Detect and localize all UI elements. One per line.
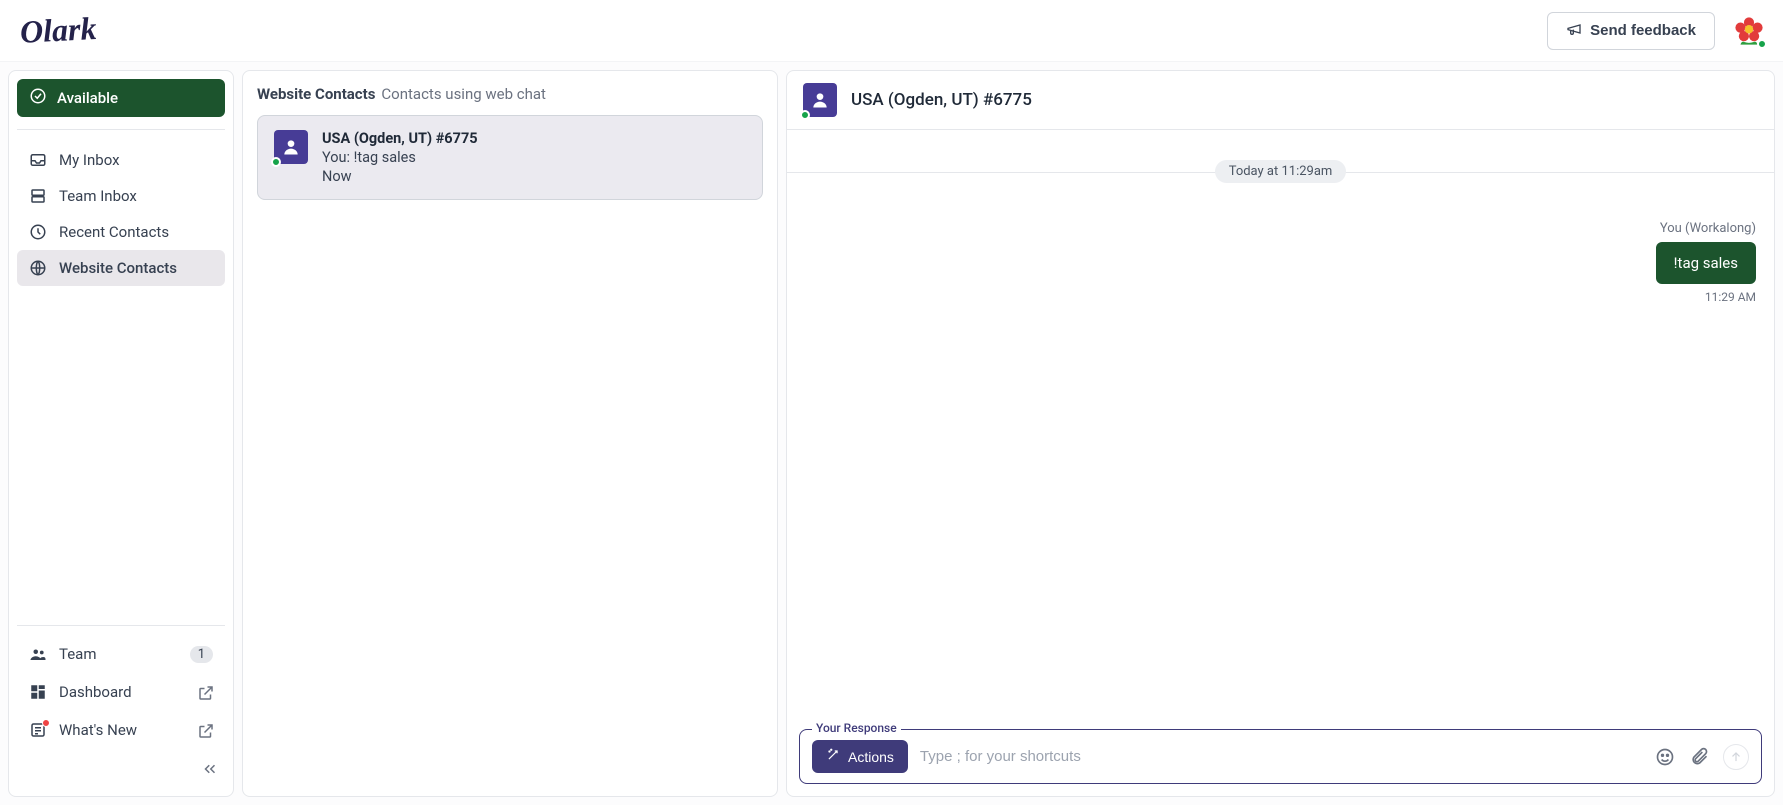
sidebar-item-label: Team Inbox: [59, 187, 137, 205]
contact-preview: You: !tag sales: [322, 149, 478, 166]
magic-wand-icon: [826, 748, 840, 765]
actions-button[interactable]: Actions: [812, 740, 908, 773]
notification-dot-icon: [42, 719, 50, 727]
composer-label: Your Response: [812, 721, 901, 735]
chat-panel: USA (Ogden, UT) #6775 Today at 11:29am Y…: [786, 70, 1775, 797]
sidebar-item-whats-new[interactable]: What's New: [17, 712, 225, 748]
sidebar-item-label: My Inbox: [59, 151, 120, 169]
chat-contact-avatar-icon: [803, 83, 837, 117]
profile-avatar[interactable]: [1731, 13, 1767, 49]
sidebar-item-label: What's New: [59, 721, 137, 739]
date-label: Today at 11:29am: [1215, 160, 1347, 183]
divider: [17, 129, 225, 130]
whats-new-icon: [29, 721, 47, 739]
contact-name: USA (Ogden, UT) #6775: [322, 130, 478, 147]
contact-avatar-icon: [274, 130, 308, 164]
presence-dot-icon: [800, 110, 810, 120]
external-link-icon: [197, 722, 213, 738]
sidebar-item-team-inbox[interactable]: Team Inbox: [17, 178, 225, 214]
sidebar-item-label: Recent Contacts: [59, 223, 169, 241]
collapse-sidebar-button[interactable]: [195, 754, 225, 788]
message-timestamp: 11:29 AM: [1705, 290, 1756, 304]
presence-dot-icon: [271, 157, 281, 167]
people-icon: [29, 645, 47, 663]
sidebar: Available My Inbox Team Inbox Recent: [8, 70, 234, 797]
sidebar-item-my-inbox[interactable]: My Inbox: [17, 142, 225, 178]
globe-icon: [29, 259, 47, 277]
sidebar-item-dashboard[interactable]: Dashboard: [17, 674, 225, 710]
sidebar-item-team[interactable]: Team 1: [17, 636, 225, 672]
sidebar-item-label: Dashboard: [59, 683, 132, 701]
brand-logo[interactable]: Olark: [15, 10, 97, 51]
check-circle-icon: [29, 87, 47, 109]
message-group-self: You (Workalong) !tag sales 11:29 AM: [1638, 221, 1774, 304]
history-icon: [29, 223, 47, 241]
message-input[interactable]: [920, 748, 1643, 765]
header-right: Send feedback: [1547, 12, 1767, 50]
external-link-icon: [197, 684, 213, 700]
chat-contact-name: USA (Ogden, UT) #6775: [851, 90, 1032, 110]
inbox-icon: [29, 151, 47, 169]
send-feedback-label: Send feedback: [1590, 22, 1696, 39]
team-inbox-icon: [29, 187, 47, 205]
sidebar-item-website-contacts[interactable]: Website Contacts: [17, 250, 225, 286]
composer: Your Response Actions: [799, 729, 1762, 784]
message-sender-label: You (Workalong): [1660, 221, 1756, 236]
date-divider: Today at 11:29am: [787, 160, 1774, 183]
send-feedback-button[interactable]: Send feedback: [1547, 12, 1715, 50]
send-button[interactable]: [1723, 744, 1749, 770]
contacts-title: Website Contacts: [257, 85, 375, 103]
contact-time: Now: [322, 168, 478, 185]
megaphone-icon: [1566, 21, 1582, 41]
presence-dot-icon: [1757, 39, 1767, 49]
contacts-subtitle: Contacts using web chat: [381, 85, 546, 103]
contact-list-item[interactable]: USA (Ogden, UT) #6775 You: !tag sales No…: [257, 115, 763, 200]
availability-status-label: Available: [57, 89, 118, 107]
attachment-icon[interactable]: [1689, 747, 1709, 767]
sidebar-item-label: Team: [59, 645, 97, 663]
dashboard-icon: [29, 683, 47, 701]
app-header: Olark Send feedback: [0, 0, 1783, 62]
team-count-badge: 1: [190, 646, 213, 663]
chat-body: Today at 11:29am You (Workalong) !tag sa…: [787, 130, 1774, 717]
composer-area: Your Response Actions: [787, 717, 1774, 796]
actions-label: Actions: [848, 749, 894, 765]
contacts-panel: Website Contacts Contacts using web chat…: [242, 70, 778, 797]
contacts-header: Website Contacts Contacts using web chat: [257, 85, 763, 103]
main-layout: Available My Inbox Team Inbox Recent: [0, 62, 1783, 805]
availability-status-button[interactable]: Available: [17, 79, 225, 117]
sidebar-item-label: Website Contacts: [59, 259, 177, 277]
chat-header: USA (Ogden, UT) #6775: [787, 71, 1774, 130]
message-bubble: !tag sales: [1656, 242, 1756, 284]
emoji-icon[interactable]: [1655, 747, 1675, 767]
sidebar-item-recent-contacts[interactable]: Recent Contacts: [17, 214, 225, 250]
